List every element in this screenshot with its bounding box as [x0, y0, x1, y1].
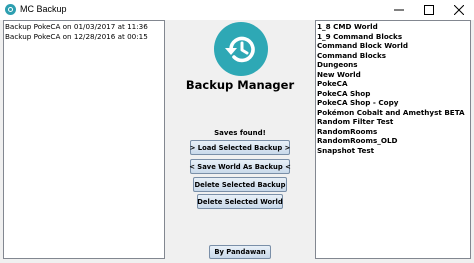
- world-list-item[interactable]: PokeCA Shop - Copy: [316, 98, 470, 108]
- history-clock-icon: [214, 22, 268, 76]
- backups-list[interactable]: Backup PokeCA on 01/03/2017 at 11:36 Back…: [3, 20, 165, 259]
- save-world-button[interactable]: < Save World As Backup <: [189, 159, 291, 174]
- delete-backup-button[interactable]: Delete Selected Backup: [193, 177, 287, 192]
- world-list-item[interactable]: 1_8 CMD World: [316, 22, 470, 32]
- title-bar: MC Backup: [0, 0, 474, 20]
- minimize-button[interactable]: [384, 0, 414, 20]
- worlds-list[interactable]: 1_8 CMD World 1_9 Command Blocks Command B…: [315, 20, 471, 259]
- world-list-item[interactable]: Dungeons: [316, 60, 470, 70]
- delete-world-button[interactable]: Delete Selected World: [197, 194, 283, 209]
- world-list-item[interactable]: RandomRooms_OLD: [316, 136, 470, 146]
- world-list-item[interactable]: Command Blocks: [316, 51, 470, 61]
- world-list-item[interactable]: RandomRooms: [316, 127, 470, 137]
- world-list-item[interactable]: 1_9 Command Blocks: [316, 32, 470, 42]
- close-button[interactable]: [444, 0, 474, 20]
- window-title: MC Backup: [20, 4, 67, 14]
- app-heading: Backup Manager: [185, 78, 295, 92]
- world-list-item[interactable]: PokeCA Shop: [316, 89, 470, 99]
- app-icon: [5, 4, 16, 15]
- world-list-item[interactable]: Random Filter Test: [316, 117, 470, 127]
- world-list-item[interactable]: PokeCA: [316, 79, 470, 89]
- world-list-item[interactable]: New World: [316, 70, 470, 80]
- status-text: Saves found!: [214, 129, 266, 137]
- backup-list-item[interactable]: Backup PokeCA on 12/28/2016 at 00:15: [4, 32, 164, 42]
- world-list-item[interactable]: Pokémon Cobalt and Amethyst BETA: [316, 108, 470, 118]
- minimize-icon: [394, 9, 404, 11]
- world-list-item[interactable]: Command Block World: [316, 41, 470, 51]
- logo-svg: [225, 36, 255, 63]
- maximize-icon: [424, 5, 434, 15]
- credits-button[interactable]: By Pandawan: [209, 245, 271, 259]
- maximize-button[interactable]: [414, 0, 444, 20]
- world-list-item[interactable]: Snapshot Test: [316, 146, 470, 156]
- close-icon: [454, 5, 464, 15]
- load-backup-button[interactable]: > Load Selected Backup >: [190, 140, 290, 155]
- backup-list-item[interactable]: Backup PokeCA on 01/03/2017 at 11:36: [4, 22, 164, 32]
